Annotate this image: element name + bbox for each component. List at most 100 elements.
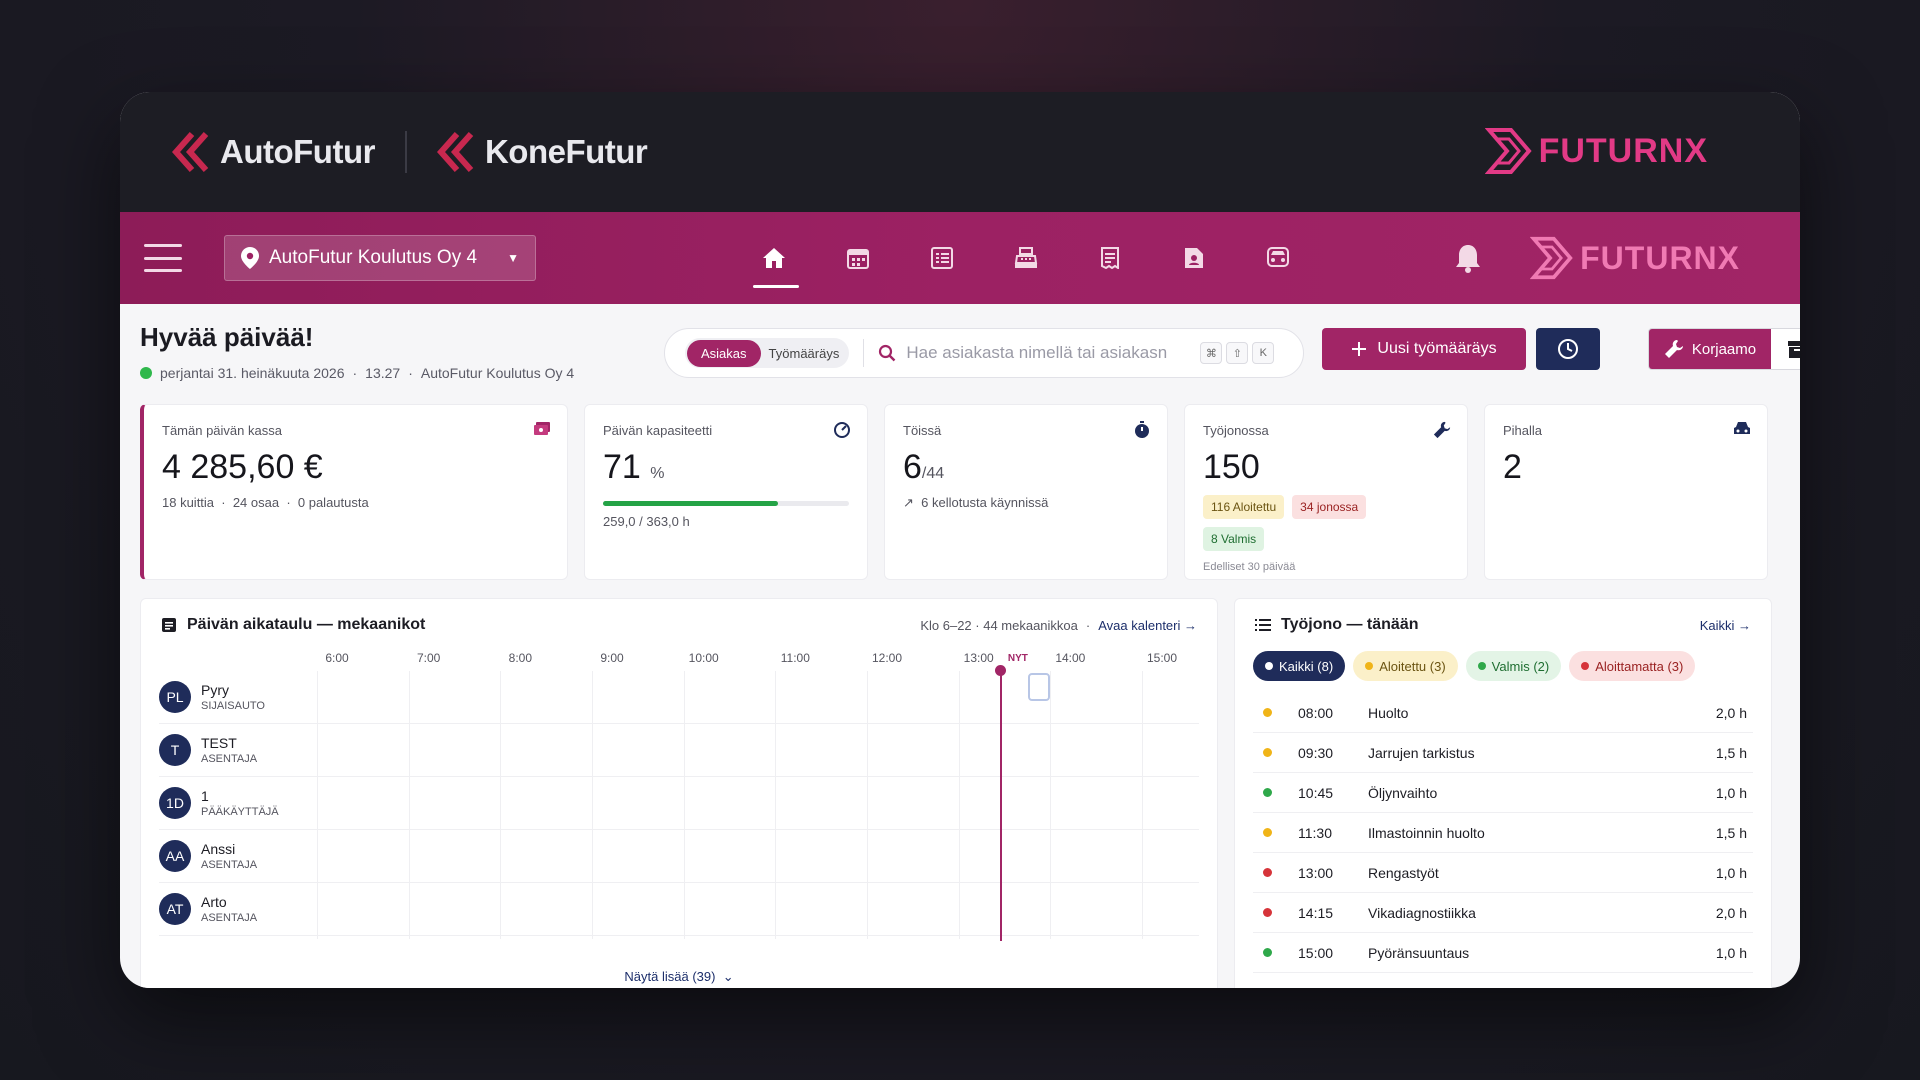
work-queue-title: Työjono — tänään: [1281, 616, 1419, 633]
queue-item-name: Vikadiagnostiikka: [1368, 904, 1476, 921]
main-navbar: AutoFutur Koulutus Oy 4 ▼ FUTURNX: [120, 212, 1800, 304]
filter-started[interactable]: Aloitettu (3): [1353, 651, 1458, 681]
capacity-progress: [603, 501, 849, 506]
greeting-row: Hyvää päivää! perjantai 31. heinäkuuta 2…: [140, 304, 1800, 404]
search-input[interactable]: [906, 343, 1197, 363]
show-more-label: Näytä lisää (39): [624, 969, 716, 984]
status-dot-icon: [1263, 908, 1272, 917]
mechanic-row[interactable]: AT Arto ASENTAJA: [159, 883, 1199, 936]
cash-refunds: 0 palautusta: [297, 495, 369, 510]
status-dot-icon: [1263, 868, 1272, 877]
capacity-card[interactable]: Päivän kapasiteetti 71 % 259,0 / 363,0 h: [584, 404, 868, 580]
schedule-icon: [162, 618, 176, 632]
queue-item-duration: 1,5 h: [1715, 744, 1747, 761]
queue-item-time: 10:45: [1298, 784, 1334, 801]
mechanic-row[interactable]: T TEST ASENTAJA: [159, 724, 1199, 777]
futurnx-text: FUTURNX: [1538, 131, 1708, 170]
filter-not-started[interactable]: Aloittamatta (3): [1569, 651, 1696, 681]
mechanic-row[interactable]: AA Anssi ASENTAJA: [159, 830, 1199, 883]
futurnx-nav-text: FUTURNX: [1580, 239, 1740, 276]
search-mode-order[interactable]: Työmääräys: [761, 340, 848, 367]
hour-label: 14:00: [1055, 651, 1086, 665]
new-work-order-button[interactable]: Uusi työmääräys: [1322, 328, 1526, 370]
filter-all[interactable]: Kaikki (8): [1253, 651, 1346, 681]
avatar: AA: [159, 840, 191, 872]
kbd-k: K: [1252, 342, 1275, 364]
capacity-value: 71 %: [603, 448, 665, 486]
chevron-down-icon: ▼: [507, 251, 519, 265]
chip-queued: 34 jonossa: [1292, 495, 1367, 519]
schedule-slot[interactable]: [1027, 673, 1050, 701]
menu-icon[interactable]: [144, 244, 182, 272]
document-user-icon[interactable]: [1152, 212, 1236, 304]
futurnx-nav-logo: FUTURNX: [1530, 235, 1740, 281]
status-dot-icon: [1263, 948, 1272, 957]
archive-icon[interactable]: [1771, 329, 1800, 369]
mechanic-name: TEST: [201, 735, 237, 751]
show-more-button[interactable]: Näytä lisää (39) ⌄: [141, 969, 1217, 985]
workshop-label: Korjaamo: [1691, 340, 1757, 358]
queue-item[interactable]: 15:00 Pyöränsuuntaus 1,0 h: [1253, 933, 1753, 973]
avatar: AT: [159, 893, 191, 925]
location-select[interactable]: AutoFutur Koulutus Oy 4 ▼: [224, 235, 536, 281]
filter-done[interactable]: Valmis (2): [1465, 651, 1562, 681]
queue-card[interactable]: Työjonossa 150 116 Aloitettu 34 jonossa …: [1184, 404, 1468, 580]
gauge-icon: [833, 421, 851, 444]
search-mode-customer[interactable]: Asiakas: [687, 339, 761, 367]
brand-separator: [404, 131, 407, 173]
queue-item[interactable]: 08:00 Huolto 2,0 h: [1253, 693, 1753, 733]
futurnx-logo: FUTURNX: [1484, 126, 1708, 176]
schedule-info-text: Klo 6–22 · 44 mekaanikkoa: [920, 617, 1078, 633]
search-icon: [879, 344, 896, 362]
kbd-shift: ⇧: [1226, 342, 1249, 364]
queue-item-duration: 1,5 h: [1715, 824, 1747, 841]
bell-icon[interactable]: [1454, 243, 1482, 273]
list-icon[interactable]: [900, 212, 984, 304]
queue-item-time: 08:00: [1298, 704, 1334, 721]
open-calendar-link[interactable]: Avaa kalenteri →: [1098, 618, 1197, 633]
mechanic-name: Pyry: [201, 682, 229, 698]
car-icon[interactable]: [1236, 212, 1320, 304]
online-status-icon: [140, 367, 152, 379]
header-actions: Uusi työmääräys Korjaamo: [1322, 328, 1800, 370]
time-clock-button[interactable]: [1536, 328, 1600, 370]
queue-item[interactable]: 14:15 Vikadiagnostiikka 2,0 h: [1253, 893, 1753, 933]
queue-item-name: Rengastyöt: [1368, 864, 1439, 881]
page-title: Hyvää päivää!: [140, 322, 314, 352]
location-label: AutoFutur Koulutus Oy 4: [269, 247, 478, 268]
mechanic-row[interactable]: 1D 1 PÄÄKÄYTTÄJÄ: [159, 777, 1199, 830]
queue-item[interactable]: 11:30 Ilmastoinnin huolto 1,5 h: [1253, 813, 1753, 853]
current-time: 13.27: [365, 365, 401, 381]
calendar-icon[interactable]: [816, 212, 900, 304]
futurnx-mark-icon: [1484, 128, 1532, 174]
cash-details: 18 kuittia · 24 osaa · 0 palautusta: [162, 495, 369, 510]
working-card[interactable]: Töissä 6/44 ↗ 6 kellotusta käynnissä: [884, 404, 1168, 580]
current-date: perjantai 31. heinäkuuta 2026: [160, 365, 345, 381]
chevron-down-icon: ⌄: [719, 969, 734, 984]
now-marker-line: [999, 671, 1002, 941]
workshop-button[interactable]: Korjaamo: [1649, 329, 1771, 369]
trend-icon: ↗: [903, 495, 914, 510]
hour-label: 8:00: [508, 651, 533, 665]
cash-label: Tämän päivän kassa: [162, 423, 282, 438]
home-icon[interactable]: [732, 212, 816, 304]
queue-item-duration: 2,0 h: [1715, 704, 1747, 721]
status-dot-icon: [1263, 748, 1272, 757]
queue-item-time: 09:30: [1298, 744, 1334, 761]
plus-icon: [1352, 342, 1367, 356]
cash-card[interactable]: Tämän päivän kassa 4 285,60 € 18 kuittia…: [140, 404, 568, 580]
queue-item[interactable]: 09:30 Jarrujen tarkistus 1,5 h: [1253, 733, 1753, 773]
queue-item[interactable]: 13:00 Rengastyöt 1,0 h: [1253, 853, 1753, 893]
mechanic-role: ASENTAJA: [201, 753, 258, 765]
queue-item-time: 11:30: [1298, 824, 1332, 841]
chevron-logo-icon: [436, 132, 474, 172]
all-work-link[interactable]: Kaikki →: [1700, 618, 1751, 633]
cash-register-icon[interactable]: [984, 212, 1068, 304]
working-value: 6/44: [903, 448, 945, 486]
queue-item[interactable]: 10:45 Öljynvaihto 1,0 h: [1253, 773, 1753, 813]
yard-card[interactable]: Pihalla 2: [1484, 404, 1768, 580]
working-label: Töissä: [903, 423, 942, 438]
receipt-icon[interactable]: [1068, 212, 1152, 304]
queue-value: 150: [1203, 448, 1260, 486]
mechanic-name: Arto: [201, 894, 227, 910]
